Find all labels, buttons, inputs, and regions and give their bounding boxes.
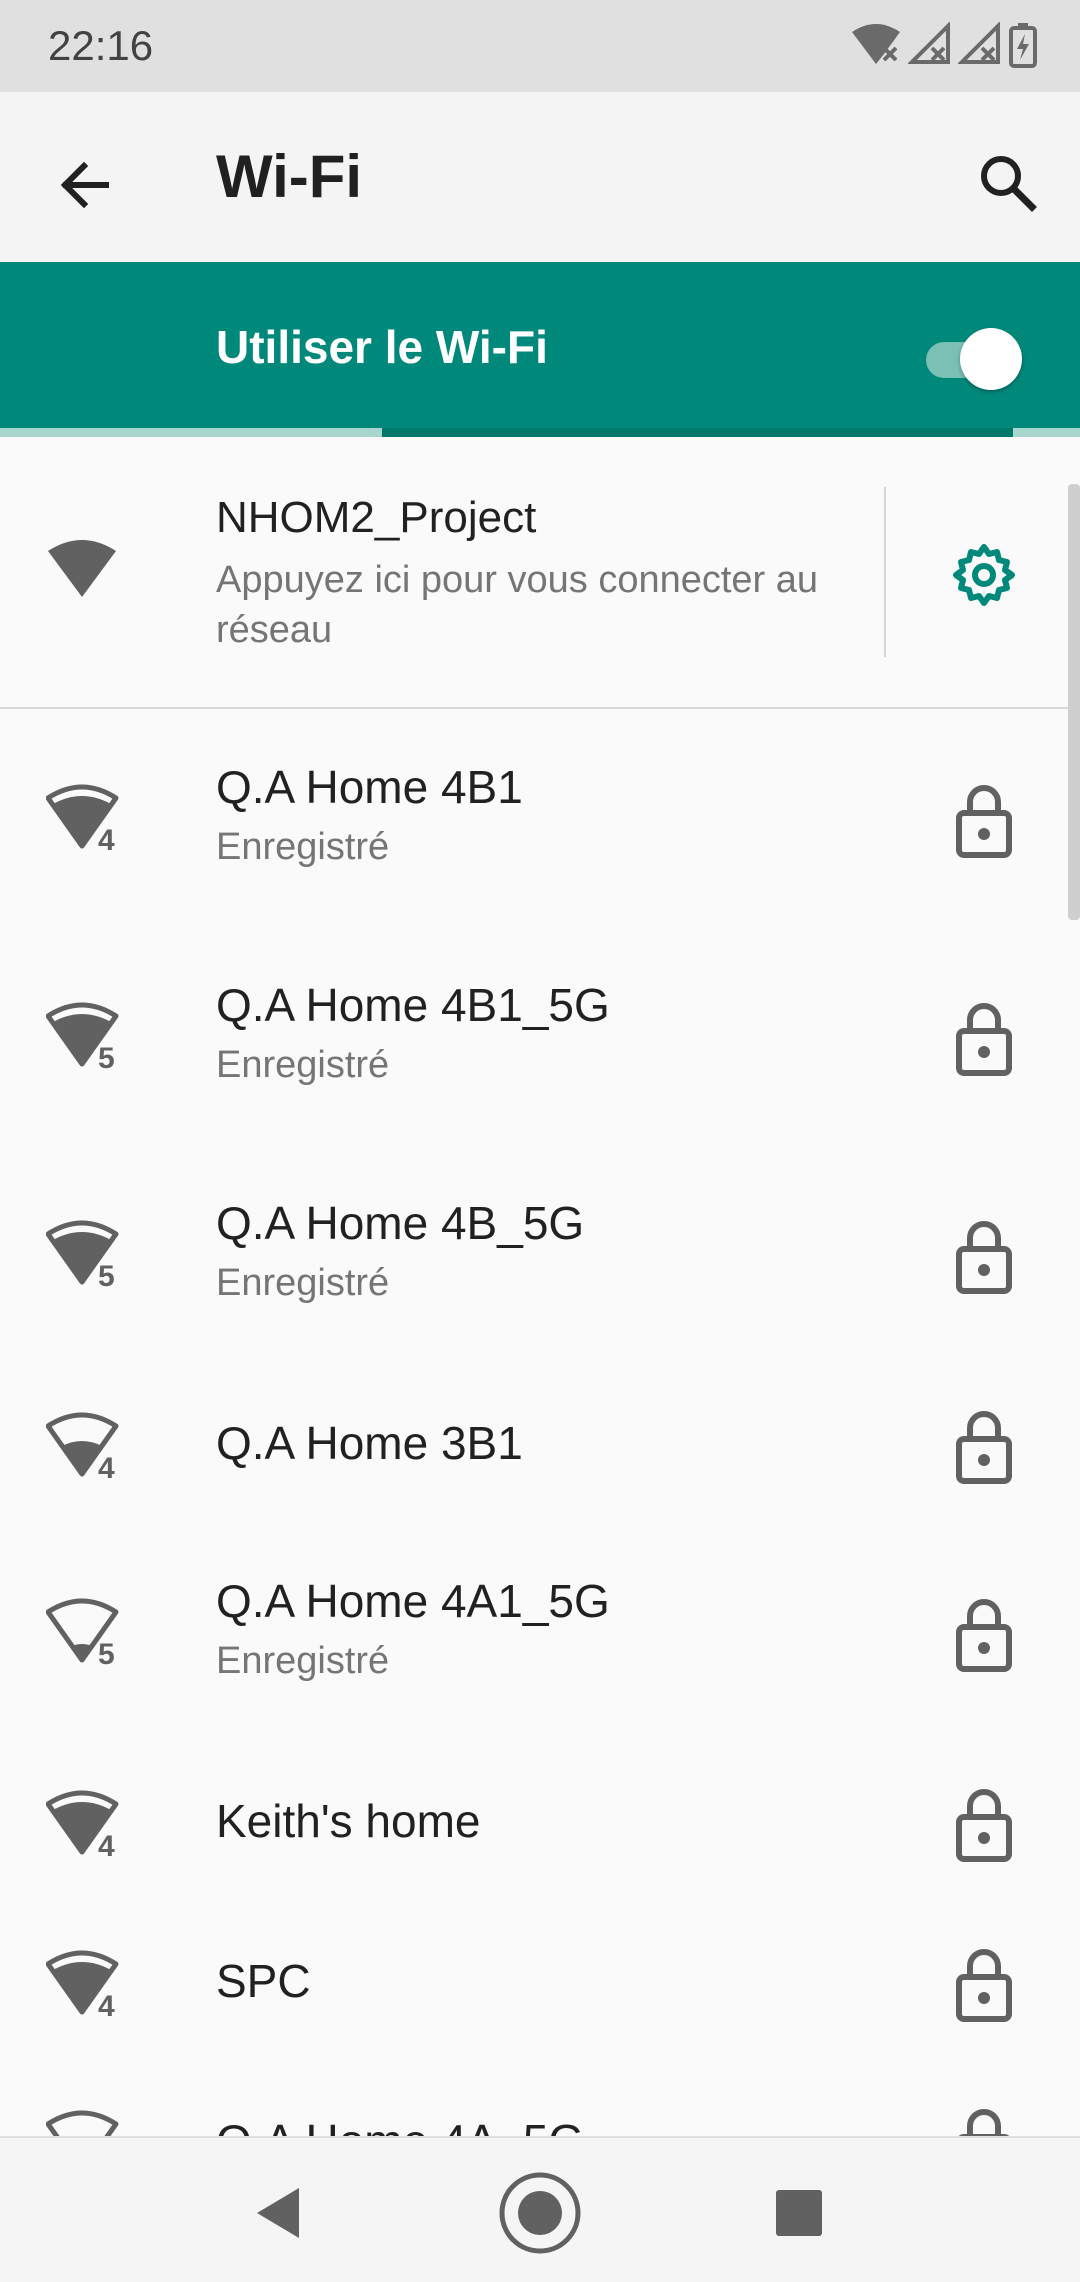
lock-icon: [956, 1221, 1012, 1294]
network-list-item[interactable]: 5 Q.A Home 4A1_5G Enregistré: [0, 1524, 1080, 1742]
scan-progress-bar: [0, 428, 1080, 437]
network-status: Enregistré: [216, 826, 390, 868]
search-icon[interactable]: [972, 147, 1044, 219]
wifi-5-icon: 5: [46, 1598, 119, 1666]
network-name: Q.A Home 4A1_5G: [216, 1575, 610, 1627]
status-bar: 22:16: [0, 0, 1080, 92]
network-list-item[interactable]: 4 Q.A Home 3B1: [0, 1364, 1080, 1524]
nav-back-icon[interactable]: [235, 2168, 325, 2258]
svg-text:5: 5: [98, 1260, 115, 1288]
lock-icon: [956, 1789, 1012, 1862]
wifi-4-icon: 4: [46, 1790, 119, 1858]
signal-x-icon: [958, 22, 1000, 64]
signal-x-icon: [908, 22, 950, 64]
wifi-switch-label: Utiliser le Wi-Fi: [216, 321, 548, 373]
lock-icon: [956, 1949, 1012, 2022]
vertical-divider: [884, 487, 886, 657]
toggle-thumb: [960, 328, 1022, 390]
lock-icon: [956, 1599, 1012, 1672]
lock-icon: [956, 785, 1012, 858]
network-list-item[interactable]: 4 Keith's home: [0, 1742, 1080, 1902]
network-name: Keith's home: [216, 1795, 481, 1847]
wifi-4-icon: 4: [46, 784, 119, 852]
nav-home-icon[interactable]: [495, 2168, 585, 2258]
svg-text:4: 4: [98, 1830, 115, 1858]
lock-icon: [956, 1411, 1012, 1484]
wifi-master-switch-bar[interactable]: Utiliser le Wi-Fi: [0, 262, 1080, 437]
app-bar: Wi-Fi: [0, 92, 1080, 262]
network-name: Q.A Home 4B1: [216, 761, 523, 813]
network-status: Enregistré: [216, 1262, 390, 1304]
network-status: Enregistré: [216, 1640, 390, 1682]
svg-text:4: 4: [98, 1990, 115, 2018]
current-network-name: NHOM2_Project: [216, 493, 537, 542]
navigation-bar: [0, 2136, 1080, 2282]
page-title: Wi-Fi: [216, 143, 363, 210]
network-name: Q.A Home 3B1: [216, 1417, 523, 1469]
wifi-5-icon: 5: [46, 1220, 119, 1288]
svg-text:5: 5: [98, 1042, 115, 1070]
wifi-full-icon: [48, 540, 116, 597]
current-network-item[interactable]: NHOM2_Project Appuyez ici pour vous conn…: [0, 437, 1080, 709]
network-list-item[interactable]: 4 Q.A Home 4B1 Enregistré: [0, 710, 1080, 928]
status-time: 22:16: [48, 22, 154, 69]
scan-progress-fill: [382, 428, 1013, 437]
network-list-item[interactable]: 5 Q.A Home 4B_5G Enregistré: [0, 1146, 1080, 1364]
lock-icon: [956, 1003, 1012, 1076]
status-icons: [850, 22, 1038, 68]
network-list-item[interactable]: 5 Q.A Home 4B1_5G Enregistré: [0, 928, 1080, 1146]
network-status: Enregistré: [216, 1044, 390, 1086]
wifi-5-icon: 5: [46, 1002, 119, 1070]
wifi-4-icon: 4: [46, 1950, 119, 2018]
arrow-back-icon[interactable]: [50, 149, 122, 221]
network-name: Q.A Home 4B1_5G: [216, 979, 610, 1031]
network-name: SPC: [216, 1955, 311, 2007]
gear-icon[interactable]: [948, 539, 1020, 611]
wifi-4-icon: 4: [46, 1412, 119, 1480]
wifi-off-icon: [852, 24, 900, 64]
svg-text:5: 5: [98, 1638, 115, 1666]
network-list-item[interactable]: 4 SPC: [0, 1902, 1080, 2062]
current-network-status: Appuyez ici pour vous connecter au résea…: [216, 559, 819, 651]
nav-recents-icon[interactable]: [754, 2168, 844, 2258]
battery-charging-icon: [1009, 23, 1037, 68]
network-name: Q.A Home 4B_5G: [216, 1197, 585, 1249]
svg-text:4: 4: [98, 1452, 115, 1480]
wifi-toggle[interactable]: [924, 324, 1024, 390]
svg-text:4: 4: [98, 824, 115, 852]
